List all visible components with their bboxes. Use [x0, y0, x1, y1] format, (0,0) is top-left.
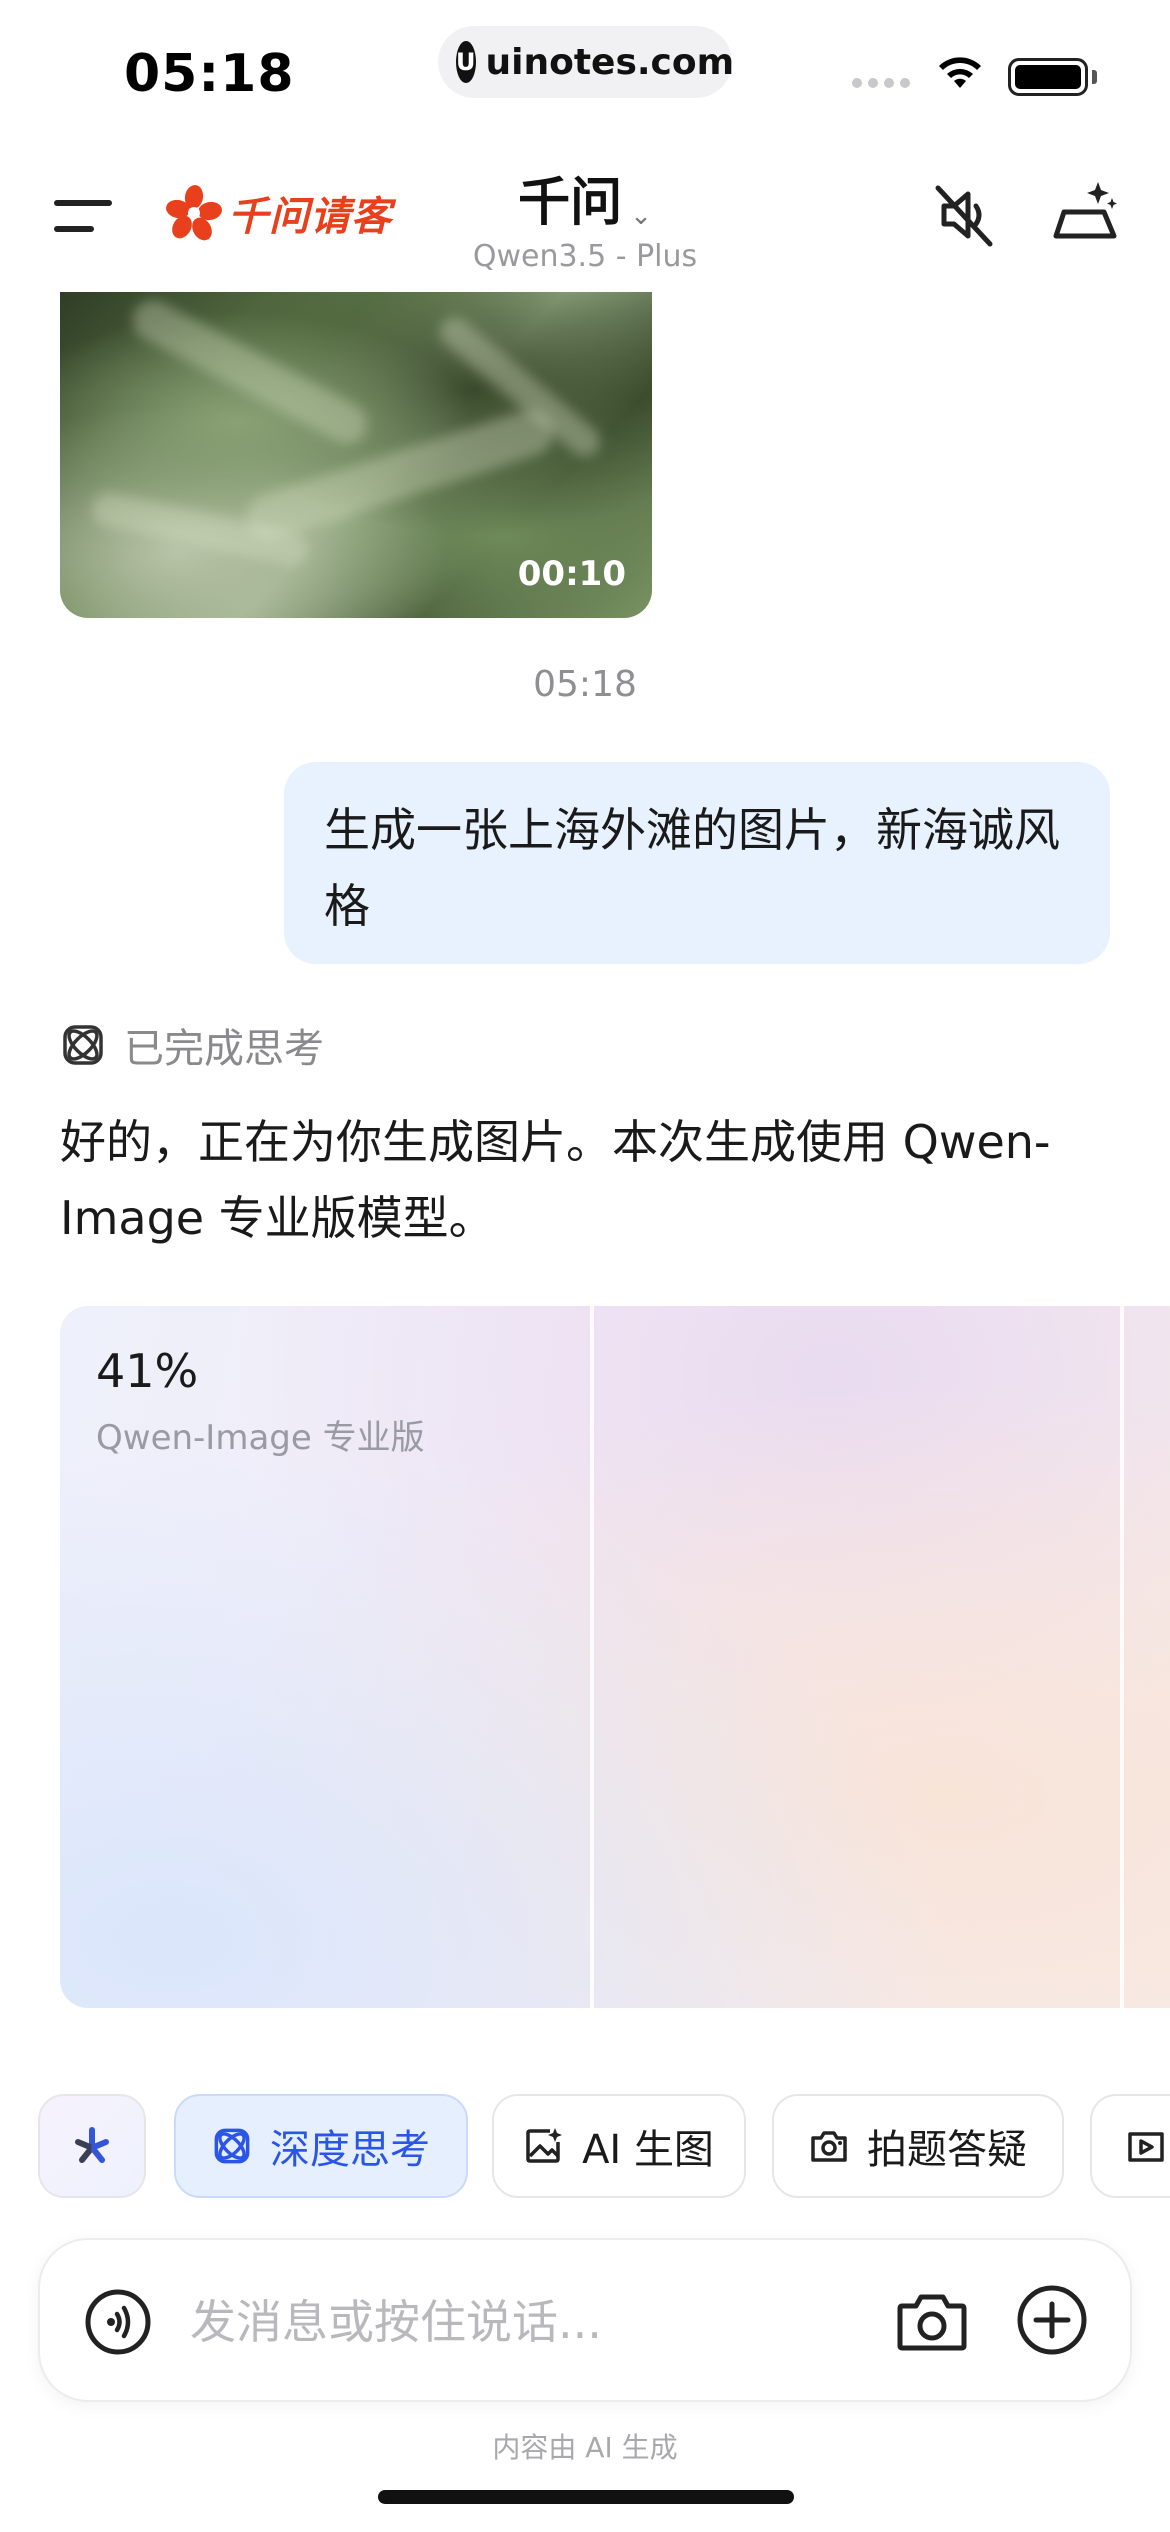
- video-thumbnail[interactable]: 00:10: [60, 292, 652, 618]
- brand-mark-icon: [166, 185, 222, 241]
- thinking-status[interactable]: 已完成思考: [60, 1016, 324, 1074]
- image-slot-divider: [1120, 1306, 1124, 2008]
- image-gen-icon: [524, 2126, 564, 2166]
- chip-photo-question[interactable]: 拍题答疑: [772, 2094, 1064, 2198]
- status-time: 05:18: [124, 44, 295, 104]
- thinking-label: 已完成思考: [124, 1026, 324, 1072]
- model-switcher[interactable]: 千问 ⌄ Qwen3.5 - Plus: [440, 160, 730, 274]
- chip-label: 拍题答疑: [867, 2127, 1027, 2173]
- menu-button[interactable]: [54, 196, 114, 236]
- chip-video-gen[interactable]: [1090, 2094, 1170, 2198]
- wifi-icon: [939, 57, 981, 88]
- app-screen: 05:18 U uinotes.com 千问请客 千问 ⌄ Qwen3.5 - …: [0, 0, 1170, 2532]
- camera-icon[interactable]: [896, 2286, 968, 2356]
- message-timestamp: 05:18: [533, 664, 637, 705]
- site-logo-icon: U: [456, 41, 476, 83]
- chip-label: 深度思考: [270, 2127, 430, 2173]
- video-gen-icon: [1128, 2132, 1164, 2162]
- battery-icon: [1008, 58, 1088, 96]
- ai-reply: 好的，正在为你生成图片。本次生成使用 Qwen-Image 专业版模型。: [60, 1115, 1051, 1245]
- chip-deep-think[interactable]: 深度思考: [174, 2094, 468, 2198]
- chip-spark[interactable]: [38, 2094, 146, 2198]
- voice-input-icon[interactable]: [84, 2288, 152, 2356]
- model-name: Qwen3.5 - Plus: [472, 239, 698, 274]
- brand-logo[interactable]: 千问请客: [166, 184, 392, 242]
- brand-text: 千问请客: [228, 194, 392, 240]
- new-chat-icon[interactable]: [1050, 178, 1122, 248]
- user-message[interactable]: 生成一张上海外滩的图片，新海诚风格: [284, 762, 1110, 964]
- add-attachment-icon[interactable]: [1016, 2284, 1088, 2356]
- cellular-signal-icon: [852, 78, 910, 88]
- image-slot-divider: [590, 1306, 594, 2008]
- url-pill[interactable]: U uinotes.com: [438, 26, 735, 98]
- spark-icon: [75, 2127, 109, 2163]
- message-input[interactable]: [188, 2278, 888, 2366]
- camera-question-icon: [809, 2126, 849, 2166]
- image-generation-card[interactable]: 41% Qwen-Image 专业版: [60, 1306, 1170, 2008]
- deep-think-icon: [212, 2126, 252, 2166]
- page-title: 千问: [518, 173, 623, 233]
- message-composer: [38, 2238, 1132, 2402]
- ai-disclaimer: 内容由 AI 生成: [492, 2431, 678, 2464]
- generation-progress: 41%: [96, 1344, 199, 1398]
- chip-label: AI 生图: [582, 2127, 714, 2173]
- deep-think-icon: [63, 1025, 103, 1065]
- video-duration: 00:10: [517, 554, 626, 594]
- home-indicator[interactable]: [378, 2490, 794, 2504]
- url-text: uinotes.com: [485, 41, 735, 83]
- generation-model: Qwen-Image 专业版: [96, 1418, 425, 1458]
- battery-tip: [1092, 70, 1097, 84]
- mute-icon[interactable]: [930, 180, 1000, 250]
- chevron-down-icon: ⌄: [630, 200, 652, 231]
- chip-ai-image[interactable]: AI 生图: [492, 2094, 746, 2198]
